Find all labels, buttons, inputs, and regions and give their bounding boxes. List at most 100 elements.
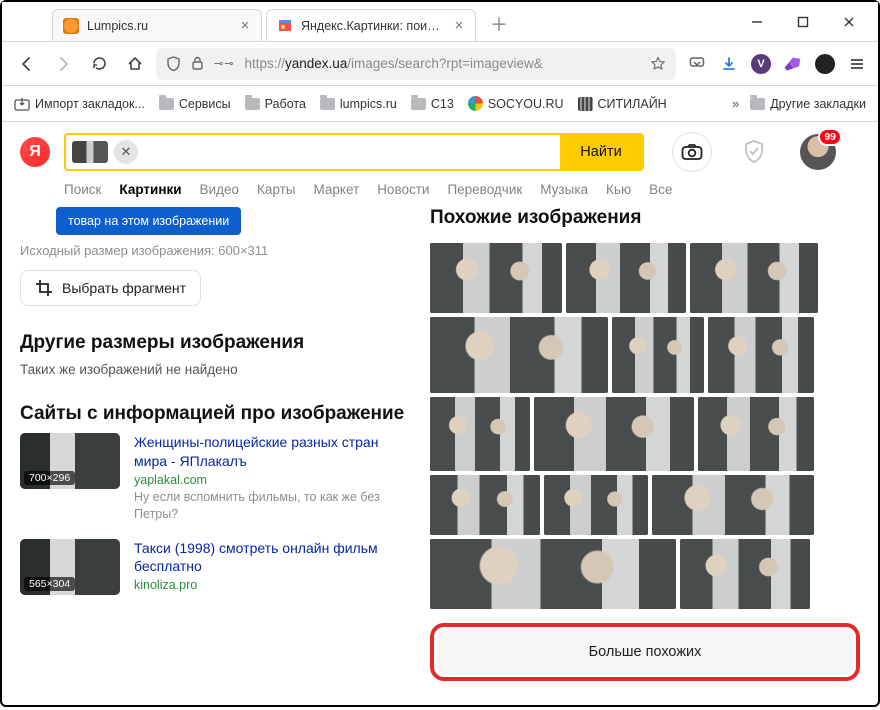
nav-reload-button[interactable] xyxy=(84,49,114,79)
tab-q[interactable]: Кью xyxy=(606,182,631,197)
socyou-icon xyxy=(468,96,483,111)
folder-icon xyxy=(159,98,174,110)
sites-heading: Сайты с информацией про изображение xyxy=(20,403,410,425)
site-title-link[interactable]: Женщины-полицейские разных стран мира - … xyxy=(134,433,410,471)
protection-icon[interactable] xyxy=(736,134,772,170)
bookmark-star-icon[interactable] xyxy=(650,56,666,72)
similar-image[interactable] xyxy=(612,317,704,393)
similar-image[interactable] xyxy=(534,397,694,471)
tab-search[interactable]: Поиск xyxy=(64,182,101,197)
site-domain[interactable]: kinoliza.pro xyxy=(134,578,410,592)
toolbar-right-icons: V xyxy=(682,53,868,75)
site-result: 565×304 Такси (1998) смотреть онлайн фил… xyxy=(20,539,410,595)
browser-tab-yandex-images[interactable]: Яндекс.Картинки: поиск по из × xyxy=(266,9,476,41)
tab-news[interactable]: Новости xyxy=(377,182,429,197)
tab-close-icon[interactable]: × xyxy=(237,18,253,33)
tracking-protection-icon[interactable] xyxy=(166,56,181,72)
yandex-favicon xyxy=(277,18,293,34)
similar-images-heading: Похожие изображения xyxy=(430,207,860,229)
select-fragment-button[interactable]: Выбрать фрагмент xyxy=(20,270,201,306)
tab-title: Lumpics.ru xyxy=(87,19,229,33)
folder-icon xyxy=(411,98,426,110)
site-domain[interactable]: yaplakal.com xyxy=(134,473,410,487)
other-sizes-empty-text: Таких же изображений не найдено xyxy=(20,362,410,377)
folder-icon xyxy=(750,98,765,110)
extension-v-icon[interactable]: V xyxy=(750,53,772,75)
tab-all[interactable]: Все xyxy=(649,182,672,197)
bookmark-folder-c13[interactable]: C13 xyxy=(411,97,454,111)
similar-image[interactable] xyxy=(430,317,608,393)
similar-image[interactable] xyxy=(690,243,818,313)
search-bar: ✕ Найти xyxy=(64,133,644,171)
nav-home-button[interactable] xyxy=(120,49,150,79)
tab-maps[interactable]: Карты xyxy=(257,182,295,197)
import-bookmarks-label: Импорт закладок... xyxy=(35,97,145,111)
downloads-icon[interactable] xyxy=(718,53,740,75)
bookmarks-bar: Импорт закладок... Сервисы Работа lumpic… xyxy=(2,86,878,122)
similar-image[interactable] xyxy=(652,475,814,535)
url-bar[interactable]: ⊸⊸ https://yandex.ua/images/search?rpt=i… xyxy=(156,48,676,80)
original-size-text: Исходный размер изображения: 600×311 xyxy=(20,243,410,258)
import-icon xyxy=(14,97,30,111)
permissions-icon[interactable]: ⊸⊸ xyxy=(214,57,234,70)
yandex-logo[interactable]: Я xyxy=(20,137,50,167)
tab-strip: Lumpics.ru × Яндекс.Картинки: поиск по и… xyxy=(2,2,878,42)
window-minimize-button[interactable] xyxy=(734,6,780,38)
similar-image[interactable] xyxy=(430,539,676,609)
sitilain-icon xyxy=(578,97,593,111)
extension-pencil-icon[interactable] xyxy=(782,53,804,75)
bookmarks-overflow-button[interactable]: » xyxy=(732,97,736,111)
similar-image[interactable] xyxy=(708,317,814,393)
right-column: Похожие изображения xyxy=(430,207,860,710)
more-similar-button[interactable]: Больше похожих xyxy=(437,630,853,674)
lock-icon[interactable] xyxy=(191,56,204,71)
similar-image[interactable] xyxy=(430,475,540,535)
search-button[interactable]: Найти xyxy=(560,135,642,169)
folder-icon xyxy=(320,98,335,110)
tab-title: Яндекс.Картинки: поиск по из xyxy=(301,19,443,33)
bookmark-folder-lumpics[interactable]: lumpics.ru xyxy=(320,97,397,111)
search-input[interactable] xyxy=(142,135,560,169)
yandex-header: Я ✕ Найти 99 xyxy=(2,122,878,178)
tab-video[interactable]: Видео xyxy=(200,182,239,197)
url-text: https://yandex.ua/images/search?rpt=imag… xyxy=(244,56,640,71)
window-maximize-button[interactable] xyxy=(780,6,826,38)
other-bookmarks-button[interactable]: Другие закладки xyxy=(750,97,866,111)
site-thumbnail[interactable]: 700×296 xyxy=(20,433,120,489)
similar-image[interactable] xyxy=(544,475,648,535)
search-by-image-button[interactable] xyxy=(672,132,712,172)
pocket-icon[interactable] xyxy=(686,53,708,75)
nav-forward-button[interactable] xyxy=(48,49,78,79)
tab-images[interactable]: Картинки xyxy=(119,182,181,197)
browser-toolbar: ⊸⊸ https://yandex.ua/images/search?rpt=i… xyxy=(2,42,878,86)
product-on-image-chip[interactable]: товар на этом изображении xyxy=(56,207,241,235)
bookmark-folder-services[interactable]: Сервисы xyxy=(159,97,231,111)
nav-back-button[interactable] xyxy=(12,49,42,79)
user-avatar[interactable]: 99 xyxy=(800,134,836,170)
similar-image[interactable] xyxy=(698,397,814,471)
bookmark-folder-work[interactable]: Работа xyxy=(245,97,306,111)
browser-tab-lumpics[interactable]: Lumpics.ru × xyxy=(52,9,262,41)
window-controls xyxy=(734,2,872,42)
similar-image[interactable] xyxy=(430,243,562,313)
tab-close-icon[interactable]: × xyxy=(451,18,467,33)
bookmark-socyou[interactable]: SOCYOU.RU xyxy=(468,96,564,111)
bookmark-sitilain[interactable]: СИТИЛАЙН xyxy=(578,97,667,111)
new-tab-button[interactable]: ＋ xyxy=(486,11,512,37)
clear-chip-button[interactable]: ✕ xyxy=(114,140,138,164)
left-column: товар на этом изображении Исходный разме… xyxy=(20,207,410,710)
window-close-button[interactable] xyxy=(826,6,872,38)
similar-image[interactable] xyxy=(430,397,530,471)
similar-image[interactable] xyxy=(566,243,686,313)
extension-dark-icon[interactable] xyxy=(814,53,836,75)
app-menu-button[interactable] xyxy=(846,53,868,75)
tab-market[interactable]: Маркет xyxy=(313,182,359,197)
tab-translate[interactable]: Переводчик xyxy=(447,182,522,197)
image-search-chip[interactable] xyxy=(72,141,108,163)
similar-image[interactable] xyxy=(680,539,810,609)
site-title-link[interactable]: Такси (1998) смотреть онлайн фильм беспл… xyxy=(134,539,410,577)
site-result: 700×296 Женщины-полицейские разных стран… xyxy=(20,433,410,523)
import-bookmarks-button[interactable]: Импорт закладок... xyxy=(14,97,145,111)
site-thumbnail[interactable]: 565×304 xyxy=(20,539,120,595)
tab-music[interactable]: Музыка xyxy=(540,182,588,197)
